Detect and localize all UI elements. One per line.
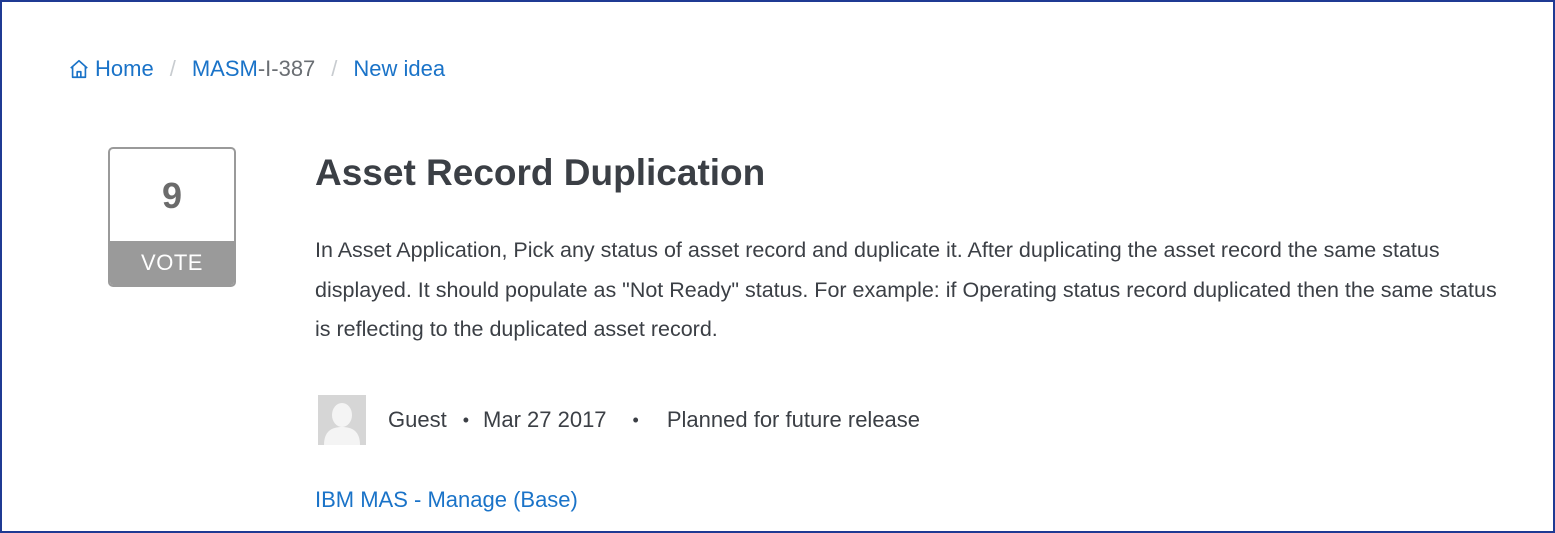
breadcrumb-home-link[interactable]: Home — [68, 54, 154, 84]
avatar — [318, 395, 366, 445]
vote-button[interactable]: 9 VOTE — [108, 147, 236, 287]
vote-label: VOTE — [110, 241, 234, 285]
category-link[interactable]: IBM MAS - Manage (Base) — [315, 485, 578, 515]
author-name: Guest — [388, 407, 447, 432]
meta-bullet: • — [462, 409, 470, 430]
meta-bullet: • — [632, 409, 639, 430]
breadcrumb-current-link[interactable]: New idea — [353, 54, 445, 84]
idea-meta: Guest • Mar 27 2017 • Planned for future… — [318, 394, 920, 446]
idea-title: Asset Record Duplication — [315, 152, 766, 193]
idea-status: Planned for future release — [666, 407, 921, 432]
idea-page: Home / MASM -I-387 / New idea 9 VOTE Asse… — [0, 0, 1555, 533]
breadcrumb-idea-id-prefix: MASM — [191, 56, 258, 81]
breadcrumb-idea-id-link[interactable]: MASM -I-387 — [192, 54, 315, 84]
idea-date: Mar 27 2017 — [483, 407, 607, 432]
home-icon — [70, 59, 88, 79]
vote-count: 9 — [161, 175, 183, 216]
breadcrumb-home-label: Home — [95, 56, 154, 81]
breadcrumb: Home / MASM -I-387 / New idea — [68, 54, 445, 84]
breadcrumb-idea-id-suffix: -I-387 — [257, 56, 316, 81]
breadcrumb-separator: / — [169, 56, 176, 81]
idea-description: In Asset Application, Pick any status of… — [315, 238, 1497, 341]
user-avatar-icon — [318, 395, 366, 445]
breadcrumb-separator: / — [331, 56, 338, 81]
